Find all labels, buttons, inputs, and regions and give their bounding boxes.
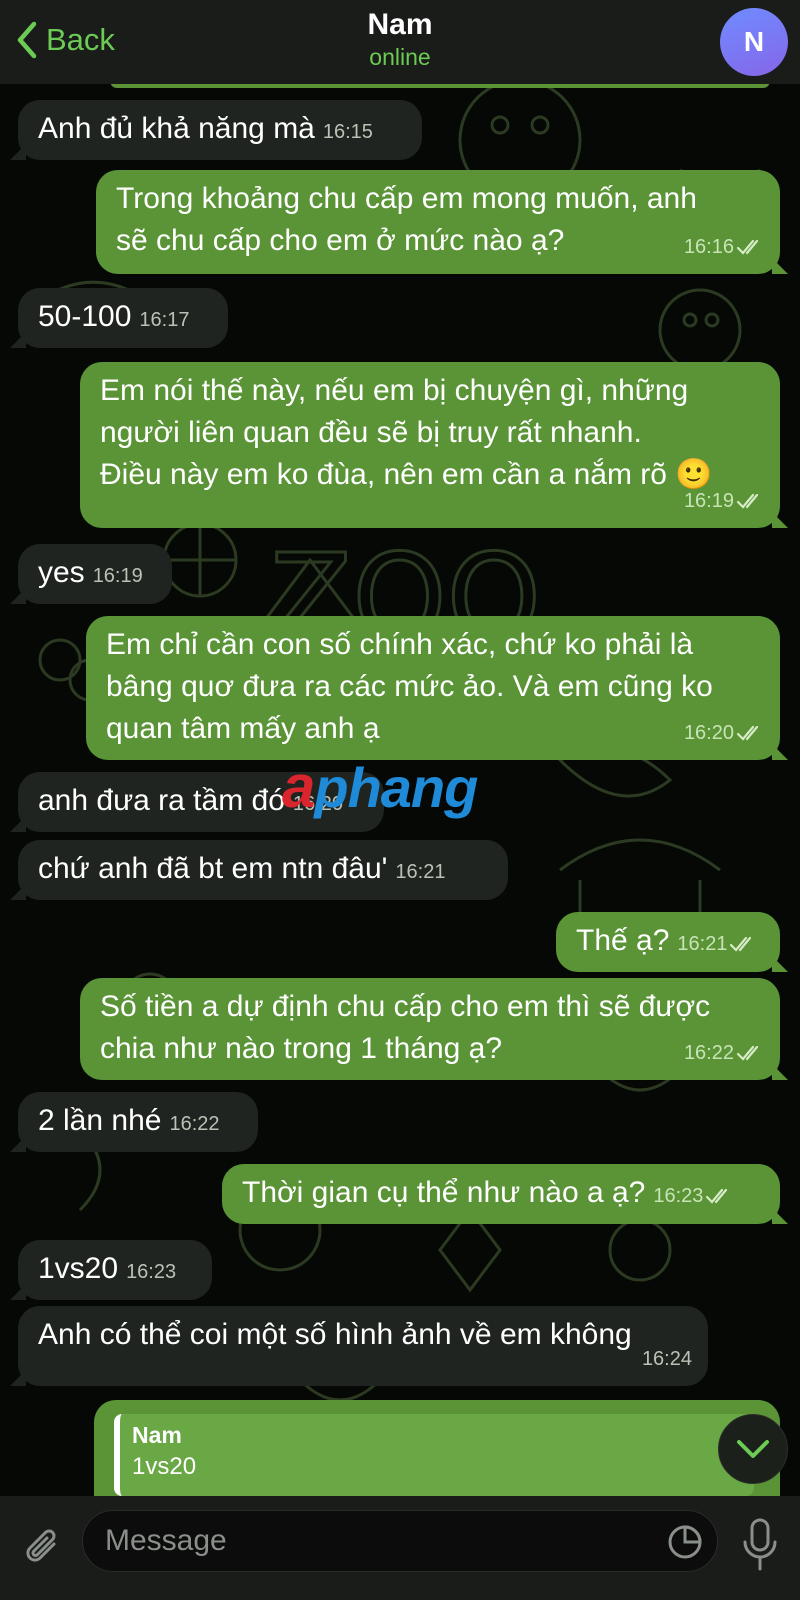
watermark-text: phang (314, 756, 478, 819)
message-incoming[interactable]: chứ anh đã bt em ntn đâu' 16:21 (10, 840, 508, 900)
message-line: người liên quan đều sẽ bị truy rất nhanh… (100, 416, 642, 449)
message-time: 16:21 (677, 933, 728, 955)
message-text: Thời gian cụ thể như nào a ạ? (242, 1176, 646, 1209)
message-outgoing[interactable]: Thời gian cụ thể như nào a ạ? 16:23 (222, 1164, 788, 1224)
message-time: 16:15 (322, 121, 373, 143)
message-input-bar (0, 1496, 800, 1600)
message-line: quan tâm mấy anh ạ (106, 712, 380, 745)
paperclip-icon[interactable] (22, 1524, 64, 1572)
message-line: Điều này em ko đùa, nên em cần a nắm rõ … (100, 458, 713, 491)
message-incoming[interactable]: Anh có thể coi một số hình ảnh về em khô… (10, 1306, 708, 1386)
double-check-icon (736, 1045, 759, 1061)
avatar[interactable]: N (720, 8, 788, 76)
message-time: 16:17 (139, 309, 190, 331)
message-line: Em nói thế này, nếu em bị chuyện gì, nhữ… (100, 374, 689, 407)
message-time: 16:19 (92, 565, 143, 587)
message-incoming[interactable]: yes 16:19 (10, 544, 172, 604)
contact-name: Nam (367, 8, 433, 41)
message-time: 16:20 (683, 722, 734, 744)
message-outgoing[interactable]: Em chỉ cần con số chính xác, chứ ko phải… (86, 616, 788, 760)
chat-title[interactable]: Nam online (0, 8, 800, 71)
double-check-icon (730, 936, 752, 952)
message-time: 16:22 (169, 1113, 220, 1135)
avatar-initial: N (743, 26, 765, 57)
message-line: bâng quơ đưa ra các mức ảo. Và em cũng k… (106, 670, 713, 703)
message-time: 16:21 (395, 861, 446, 883)
message-line: Em chỉ cần con số chính xác, chứ ko phải… (106, 628, 694, 661)
quoted-text: 1vs20 (132, 1453, 197, 1480)
message-line: chia như nào trong 1 tháng ạ? (100, 1032, 503, 1065)
message-time: 16:16 (683, 236, 734, 258)
message-time: 16:24 (641, 1348, 692, 1370)
message-outgoing[interactable]: Thế ạ? 16:21 (556, 912, 788, 972)
chat-header: Back Nam online N (0, 0, 800, 84)
message-time: 16:19 (683, 490, 734, 512)
message-incoming[interactable]: 1vs20 16:23 (10, 1240, 212, 1300)
message-time: 16:23 (126, 1261, 177, 1283)
message-text: Anh đủ khả năng mà (38, 112, 315, 145)
message-text: Anh có thể coi một số hình ảnh về em khô… (38, 1318, 632, 1351)
double-check-icon (706, 1188, 728, 1204)
watermark-logo: aphang (282, 752, 478, 821)
sticker-icon[interactable] (667, 1524, 703, 1560)
message-field[interactable] (82, 1510, 718, 1572)
message-text: 50-100 (38, 300, 132, 333)
message-time: 16:23 (653, 1185, 704, 1207)
message-line: Số tiền a dự định chu cấp cho em thì sẽ … (100, 990, 711, 1023)
double-check-icon (736, 239, 759, 255)
contact-status: online (369, 44, 431, 70)
message-text: chứ anh đã bt em ntn đâu' (38, 852, 388, 885)
message-text: 2 lần nhé (38, 1104, 162, 1137)
watermark-letter: a (282, 753, 315, 820)
message-line: Trong khoảng chu cấp em mong muốn, anh (116, 182, 697, 215)
double-check-icon (736, 725, 759, 741)
message-time: 16:22 (683, 1042, 734, 1064)
message-text: yes (38, 556, 85, 589)
message-incoming[interactable]: 2 lần nhé 16:22 (10, 1092, 258, 1152)
message-incoming[interactable]: 50-100 16:17 (10, 288, 228, 348)
message-outgoing[interactable]: Em nói thế này, nếu em bị chuyện gì, nhữ… (80, 362, 788, 528)
message-outgoing[interactable]: Trong khoảng chu cấp em mong muốn, anh s… (96, 170, 788, 274)
scroll-to-bottom-button[interactable] (718, 1414, 788, 1484)
message-outgoing[interactable]: Số tiền a dự định chu cấp cho em thì sẽ … (80, 978, 788, 1080)
message-input[interactable] (105, 1519, 645, 1563)
quoted-author: Nam (132, 1422, 182, 1448)
chevron-down-icon (737, 1440, 769, 1458)
message-incoming[interactable]: Anh đủ khả năng mà 16:15 (10, 100, 422, 160)
message-text: 1vs20 (38, 1252, 119, 1285)
message-reply-bubble[interactable]: Nam 1vs20 (94, 1400, 780, 1496)
message-text: anh đưa ra tầm đó (38, 784, 285, 817)
message-line: sẽ chu cấp cho em ở mức nào ạ? (116, 224, 565, 257)
microphone-icon[interactable] (740, 1516, 780, 1574)
quoted-message[interactable]: Nam 1vs20 (114, 1414, 754, 1496)
double-check-icon (736, 493, 759, 509)
message-text: Thế ạ? (576, 924, 670, 957)
